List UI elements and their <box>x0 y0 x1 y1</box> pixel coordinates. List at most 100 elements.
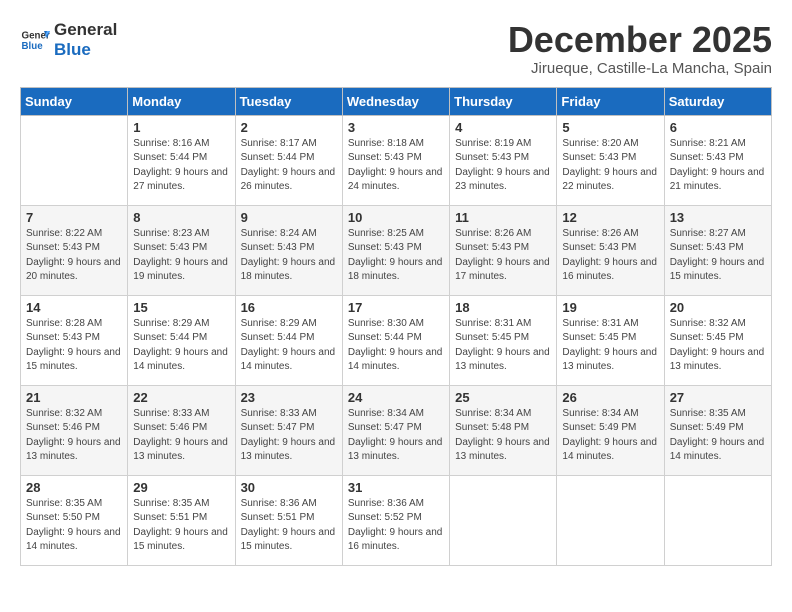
calendar-cell <box>450 475 557 565</box>
calendar-cell: 15 Sunrise: 8:29 AMSunset: 5:44 PMDayligh… <box>128 295 235 385</box>
calendar-cell: 16Sunrise: 8:29 AMSunset: 5:44 PMDayligh… <box>235 295 342 385</box>
day-info: Sunrise: 8:31 AMSunset: 5:45 PMDaylight:… <box>562 317 658 375</box>
day-info: Sunrise: 8:32 AMSunset: 5:45 PMDaylight:… <box>670 317 766 375</box>
day-number: 1 <box>133 120 229 135</box>
calendar-cell: 8 Sunrise: 8:23 AMSunset: 5:43 PMDaylight… <box>128 205 235 295</box>
day-info: Sunrise: 8:32 AMSunset: 5:46 PMDaylight:… <box>26 407 122 465</box>
calendar-cell: 13 Sunrise: 8:27 AMSunset: 5:43 PMDayligh… <box>664 205 771 295</box>
day-info: Sunrise: 8:31 AMSunset: 5:45 PMDaylight:… <box>455 317 551 375</box>
day-info: Sunrise: 8:23 AMSunset: 5:43 PMDaylight:… <box>133 227 229 285</box>
calendar-cell: 28 Sunrise: 8:35 AMSunset: 5:50 PMDayligh… <box>21 475 128 565</box>
day-info: Sunrise: 8:36 AMSunset: 5:52 PMDaylight:… <box>348 497 444 555</box>
day-number: 2 <box>241 120 337 135</box>
svg-text:Blue: Blue <box>22 41 44 52</box>
logo-icon: General Blue <box>20 25 50 55</box>
calendar-week-2: 7 Sunrise: 8:22 AMSunset: 5:43 PMDaylight… <box>21 205 772 295</box>
day-number: 15 <box>133 300 229 315</box>
day-info: Sunrise: 8:35 AMSunset: 5:50 PMDaylight:… <box>26 497 122 555</box>
day-info: Sunrise: 8:33 AMSunset: 5:47 PMDaylight:… <box>241 407 337 465</box>
calendar-cell <box>664 475 771 565</box>
month-title: December 2025 <box>508 20 772 60</box>
day-number: 13 <box>670 210 766 225</box>
calendar-cell: 6Sunrise: 8:21 AMSunset: 5:43 PMDaylight… <box>664 115 771 205</box>
day-number: 18 <box>455 300 551 315</box>
calendar-cell: 12 Sunrise: 8:26 AMSunset: 5:43 PMDayligh… <box>557 205 664 295</box>
day-info: Sunrise: 8:20 AMSunset: 5:43 PMDaylight:… <box>562 137 658 195</box>
calendar-cell: 11Sunrise: 8:26 AMSunset: 5:43 PMDayligh… <box>450 205 557 295</box>
weekday-header-saturday: Saturday <box>664 87 771 115</box>
day-info: Sunrise: 8:26 AMSunset: 5:43 PMDaylight:… <box>455 227 551 285</box>
day-number: 26 <box>562 390 658 405</box>
day-number: 9 <box>241 210 337 225</box>
calendar-cell: 20 Sunrise: 8:32 AMSunset: 5:45 PMDayligh… <box>664 295 771 385</box>
day-info: Sunrise: 8:26 AMSunset: 5:43 PMDaylight:… <box>562 227 658 285</box>
calendar-cell: 27 Sunrise: 8:35 AMSunset: 5:49 PMDayligh… <box>664 385 771 475</box>
calendar-table: SundayMondayTuesdayWednesdayThursdayFrid… <box>20 87 772 566</box>
calendar-cell: 30 Sunrise: 8:36 AMSunset: 5:51 PMDayligh… <box>235 475 342 565</box>
day-info: Sunrise: 8:19 AMSunset: 5:43 PMDaylight:… <box>455 137 551 195</box>
day-number: 17 <box>348 300 444 315</box>
logo-general: General <box>54 20 117 40</box>
calendar-cell: 18 Sunrise: 8:31 AMSunset: 5:45 PMDayligh… <box>450 295 557 385</box>
day-info: Sunrise: 8:22 AMSunset: 5:43 PMDaylight:… <box>26 227 122 285</box>
weekday-header-monday: Monday <box>128 87 235 115</box>
day-number: 29 <box>133 480 229 495</box>
location-title: Jirueque, Castille-La Mancha, Spain <box>508 60 772 77</box>
logo: General Blue General Blue <box>20 20 117 61</box>
day-number: 8 <box>133 210 229 225</box>
day-number: 24 <box>348 390 444 405</box>
day-number: 30 <box>241 480 337 495</box>
calendar-week-1: 1Sunrise: 8:16 AMSunset: 5:44 PMDaylight… <box>21 115 772 205</box>
day-info: Sunrise: 8:36 AMSunset: 5:51 PMDaylight:… <box>241 497 337 555</box>
weekday-header-row: SundayMondayTuesdayWednesdayThursdayFrid… <box>21 87 772 115</box>
day-info: Sunrise: 8:35 AMSunset: 5:49 PMDaylight:… <box>670 407 766 465</box>
day-number: 27 <box>670 390 766 405</box>
day-info: Sunrise: 8:35 AMSunset: 5:51 PMDaylight:… <box>133 497 229 555</box>
day-info: Sunrise: 8:21 AMSunset: 5:43 PMDaylight:… <box>670 137 766 195</box>
day-number: 31 <box>348 480 444 495</box>
calendar-cell <box>21 115 128 205</box>
day-info: Sunrise: 8:27 AMSunset: 5:43 PMDaylight:… <box>670 227 766 285</box>
calendar-cell: 22 Sunrise: 8:33 AMSunset: 5:46 PMDayligh… <box>128 385 235 475</box>
calendar-week-3: 14Sunrise: 8:28 AMSunset: 5:43 PMDayligh… <box>21 295 772 385</box>
weekday-header-friday: Friday <box>557 87 664 115</box>
day-info: Sunrise: 8:34 AMSunset: 5:48 PMDaylight:… <box>455 407 551 465</box>
day-number: 22 <box>133 390 229 405</box>
day-info: Sunrise: 8:30 AMSunset: 5:44 PMDaylight:… <box>348 317 444 375</box>
calendar-cell: 2 Sunrise: 8:17 AMSunset: 5:44 PMDaylight… <box>235 115 342 205</box>
day-number: 19 <box>562 300 658 315</box>
day-number: 7 <box>26 210 122 225</box>
calendar-cell: 14Sunrise: 8:28 AMSunset: 5:43 PMDayligh… <box>21 295 128 385</box>
day-info: Sunrise: 8:34 AMSunset: 5:49 PMDaylight:… <box>562 407 658 465</box>
day-info: Sunrise: 8:34 AMSunset: 5:47 PMDaylight:… <box>348 407 444 465</box>
calendar-week-5: 28 Sunrise: 8:35 AMSunset: 5:50 PMDayligh… <box>21 475 772 565</box>
day-info: Sunrise: 8:29 AMSunset: 5:44 PMDaylight:… <box>241 317 337 375</box>
title-area: December 2025 Jirueque, Castille-La Manc… <box>508 20 772 77</box>
weekday-header-sunday: Sunday <box>21 87 128 115</box>
calendar-cell: 21 Sunrise: 8:32 AMSunset: 5:46 PMDayligh… <box>21 385 128 475</box>
day-number: 28 <box>26 480 122 495</box>
calendar-cell: 24 Sunrise: 8:34 AMSunset: 5:47 PMDayligh… <box>342 385 449 475</box>
calendar-cell: 10Sunrise: 8:25 AMSunset: 5:43 PMDayligh… <box>342 205 449 295</box>
calendar-cell: 1Sunrise: 8:16 AMSunset: 5:44 PMDaylight… <box>128 115 235 205</box>
calendar-cell: 25Sunrise: 8:34 AMSunset: 5:48 PMDayligh… <box>450 385 557 475</box>
day-number: 3 <box>348 120 444 135</box>
day-number: 4 <box>455 120 551 135</box>
day-number: 14 <box>26 300 122 315</box>
day-number: 21 <box>26 390 122 405</box>
day-info: Sunrise: 8:24 AMSunset: 5:43 PMDaylight:… <box>241 227 337 285</box>
calendar-cell <box>557 475 664 565</box>
day-info: Sunrise: 8:17 AMSunset: 5:44 PMDaylight:… <box>241 137 337 195</box>
calendar-cell: 5Sunrise: 8:20 AMSunset: 5:43 PMDaylight… <box>557 115 664 205</box>
day-info: Sunrise: 8:33 AMSunset: 5:46 PMDaylight:… <box>133 407 229 465</box>
calendar-cell: 3Sunrise: 8:18 AMSunset: 5:43 PMDaylight… <box>342 115 449 205</box>
day-number: 20 <box>670 300 766 315</box>
day-number: 12 <box>562 210 658 225</box>
logo-blue: Blue <box>54 40 117 60</box>
day-info: Sunrise: 8:29 AMSunset: 5:44 PMDaylight:… <box>133 317 229 375</box>
weekday-header-wednesday: Wednesday <box>342 87 449 115</box>
calendar-cell: 31 Sunrise: 8:36 AMSunset: 5:52 PMDayligh… <box>342 475 449 565</box>
calendar-cell: 23Sunrise: 8:33 AMSunset: 5:47 PMDayligh… <box>235 385 342 475</box>
weekday-header-thursday: Thursday <box>450 87 557 115</box>
calendar-cell: 7 Sunrise: 8:22 AMSunset: 5:43 PMDaylight… <box>21 205 128 295</box>
